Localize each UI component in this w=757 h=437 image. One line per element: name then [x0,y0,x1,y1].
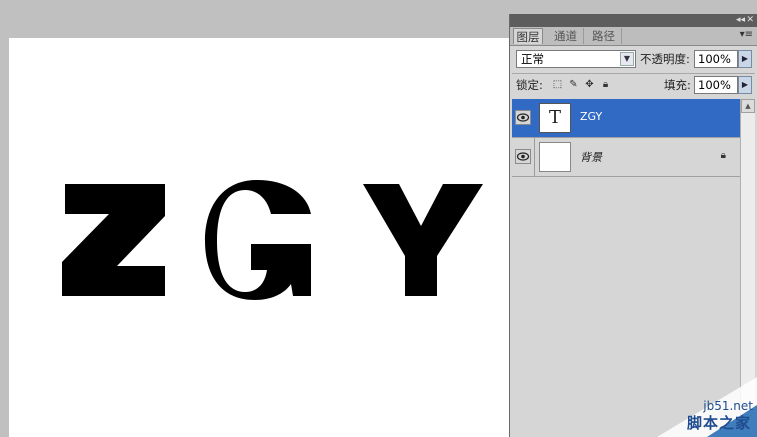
panel-menu-icon[interactable]: ▾≡ [740,29,753,40]
chevron-down-icon[interactable]: ▼ [620,52,634,66]
tab-paths[interactable]: 路径 [586,28,622,44]
layers-panel: ◂◂ ✕ 图层 通道 路径 ▾≡ 正常 ▼ 不透明度: 100% ▶ 锁定: ⬚… [509,14,757,437]
lock-move-icon[interactable]: ✥ [584,79,595,90]
lock-transparent-icon[interactable]: ⬚ [552,79,563,90]
divider [512,176,740,177]
opacity-input[interactable]: 100% [694,50,738,68]
watermark-name: 脚本之家 [686,414,751,432]
fill-input[interactable]: 100% [694,76,738,94]
divider [512,73,755,74]
layer-name[interactable]: ZGY [580,110,602,123]
tab-layers[interactable]: 图层 [513,28,543,44]
blend-mode-value: 正常 [521,52,544,66]
layer-row-background[interactable]: 背景 🔒︎ [512,138,740,176]
visibility-eye-icon[interactable] [515,110,531,125]
visibility-eye-icon[interactable] [515,149,531,164]
opacity-label: 不透明度: [640,52,690,66]
text-layer-thumbnail: T [539,103,571,133]
layer-row-zgy[interactable]: T ZGY [512,99,740,137]
text-type-icon: T [548,107,561,128]
blend-mode-select[interactable]: 正常 ▼ [516,50,636,68]
panel-tabs: 图层 通道 路径 ▾≡ [510,27,757,46]
letter-g [205,180,311,300]
lock-row: 锁定: ⬚ ✎ ✥ 🔒︎ 填充: 100% ▶ [514,76,757,96]
watermark-url: jb51.net [703,399,753,413]
tab-channels[interactable]: 通道 [548,28,584,44]
lock-brush-icon[interactable]: ✎ [568,79,579,90]
collapse-icon[interactable]: ◂◂ [736,15,745,26]
letter-y [363,184,483,296]
document-canvas[interactable] [9,38,519,437]
letter-z [62,184,165,296]
background-layer-thumbnail [539,142,571,172]
divider [534,138,535,176]
lock-all-icon[interactable]: 🔒︎ [600,79,611,90]
lock-icon: 🔒︎ [720,150,726,161]
layer-name[interactable]: 背景 [580,149,602,165]
opacity-arrow-icon[interactable]: ▶ [738,50,752,68]
canvas-text-zgy [62,180,483,300]
panel-title-bar[interactable]: ◂◂ ✕ [510,14,757,27]
lock-label: 锁定: [516,78,543,92]
blend-row: 正常 ▼ 不透明度: 100% ▶ [514,50,757,70]
fill-label: 填充: [664,78,691,92]
fill-arrow-icon[interactable]: ▶ [738,76,752,94]
scroll-up-icon[interactable]: ▲ [741,99,755,113]
close-icon[interactable]: ✕ [746,15,754,26]
watermark: jb51.net 脚本之家 [617,377,757,437]
